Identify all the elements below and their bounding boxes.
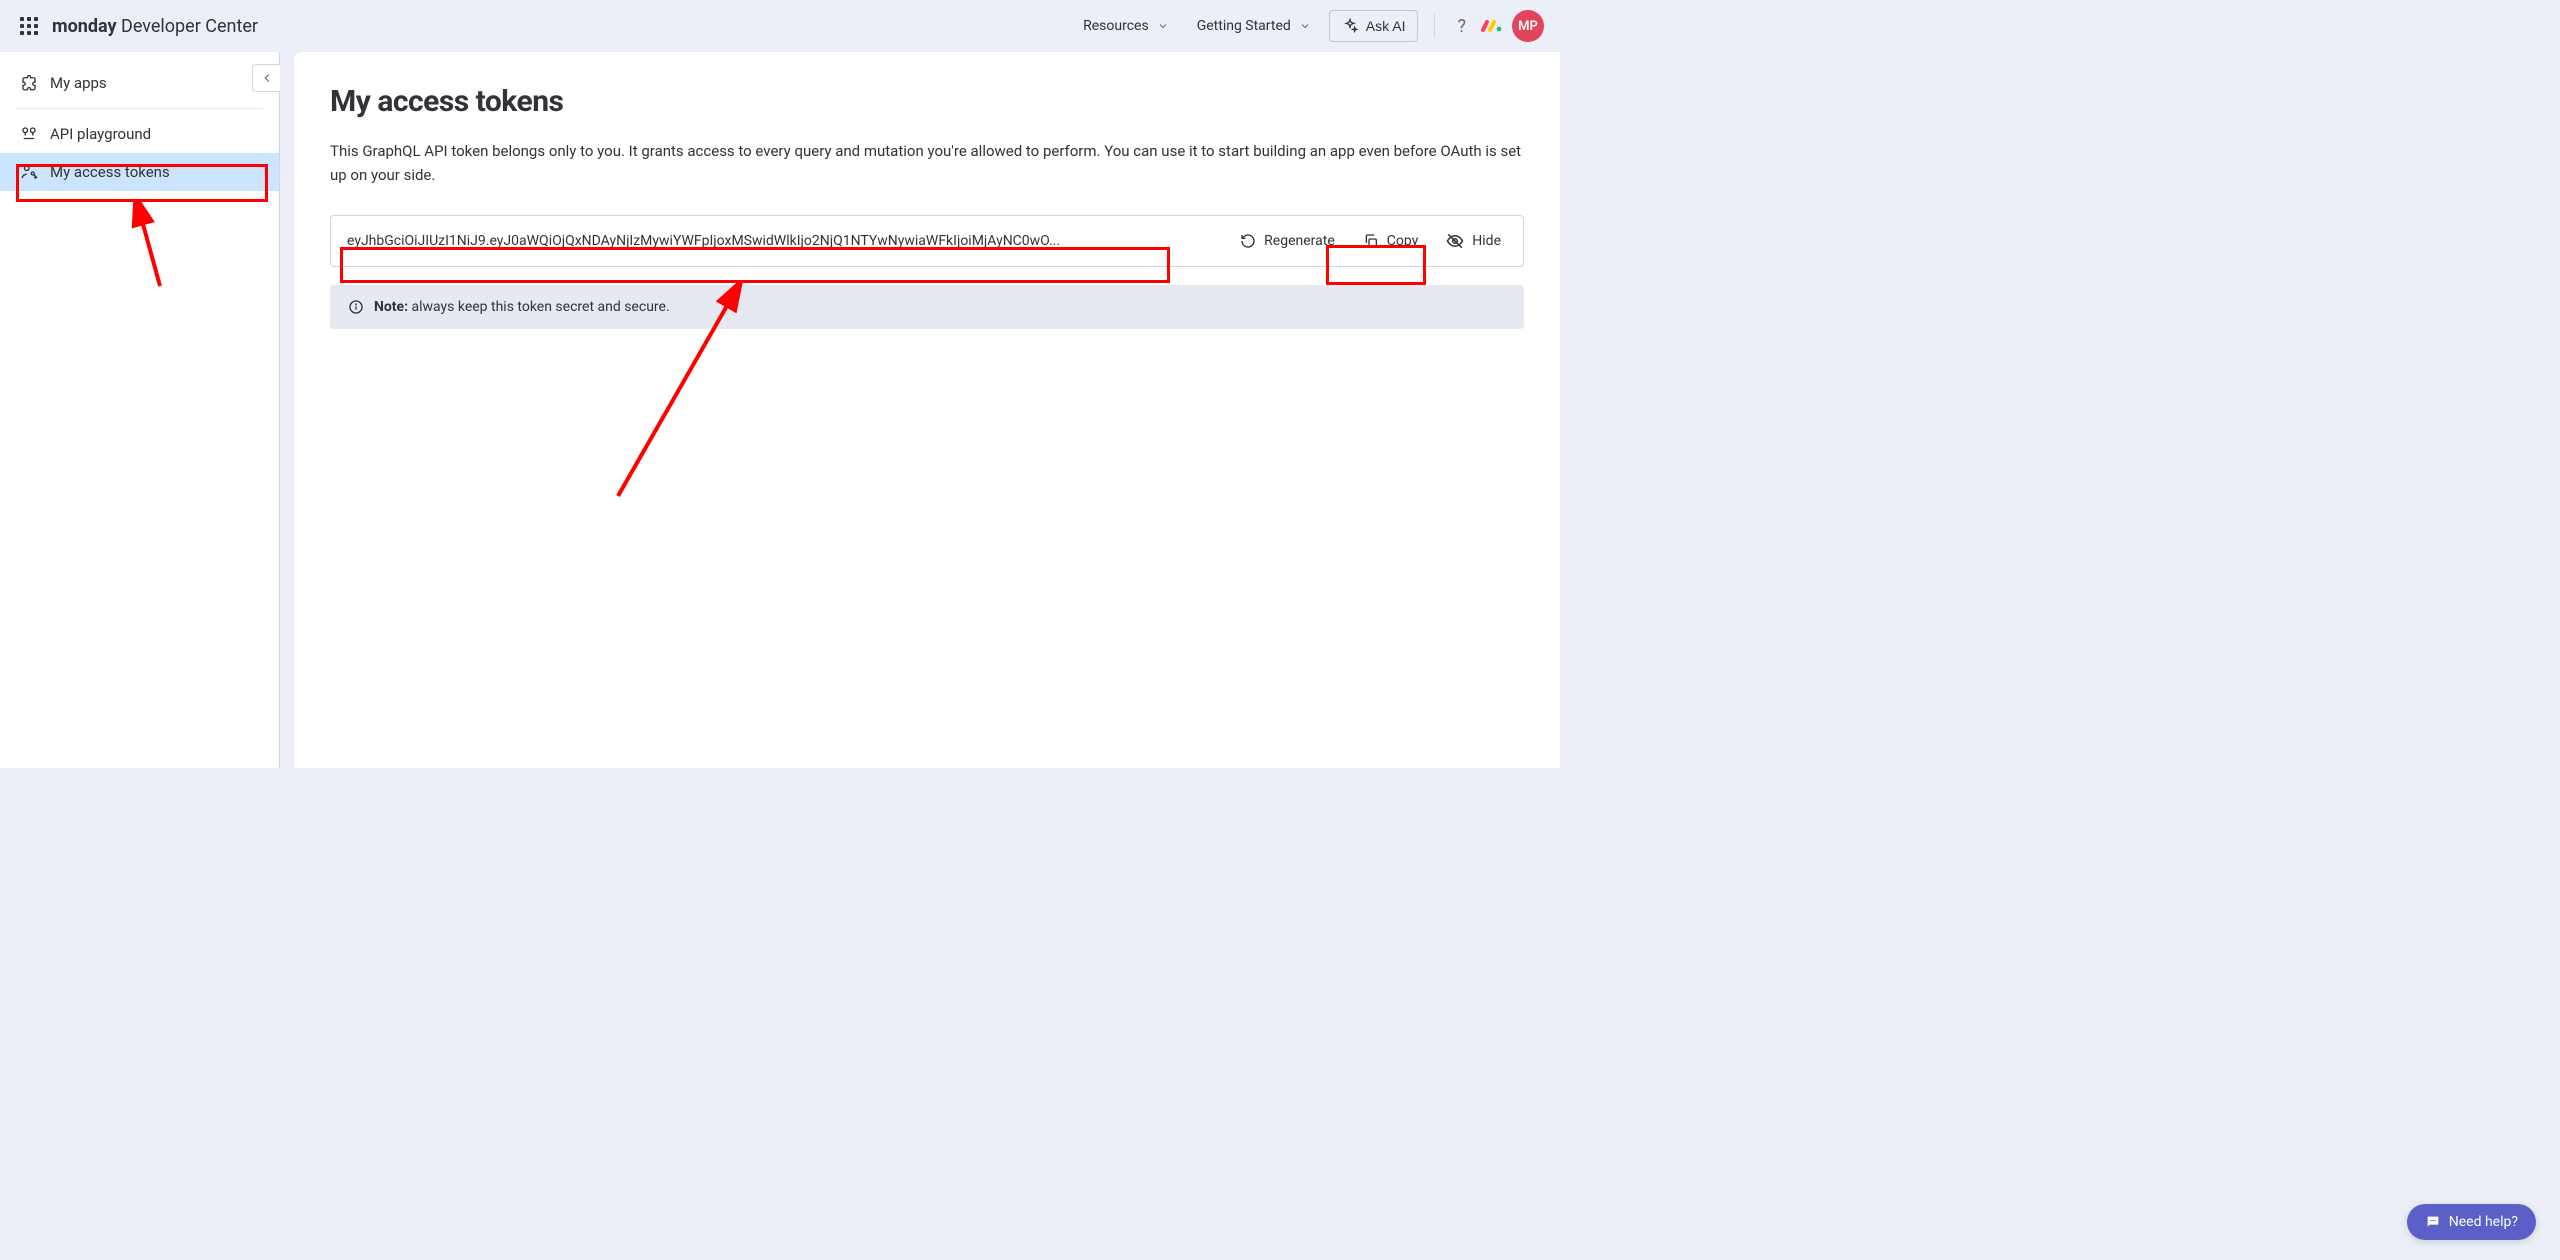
chevron-down-icon [1157,20,1169,32]
need-help-label: Need help? [2449,1214,2518,1230]
chevron-down-icon [1299,20,1311,32]
help-button[interactable]: ? [1451,16,1472,37]
topbar: monday Developer Center Resources Gettin… [0,0,1560,52]
note-body: always keep this token secret and secure… [408,299,670,315]
token-row: eyJhbGciOiJIUzI1NiJ9.eyJ0aWQiOjQxNDAyNjI… [330,215,1524,267]
layout: My apps API playground My access [0,52,1560,768]
avatar[interactable]: MP [1512,10,1544,42]
sidebar-item-access-tokens[interactable]: My access tokens [0,153,279,191]
person-key-icon [20,163,38,181]
sparkle-icon [1342,18,1358,34]
copy-label: Copy [1387,233,1419,249]
collapse-sidebar-button[interactable] [252,64,280,92]
info-icon [348,299,364,315]
brand-bold: monday [52,16,117,37]
separator [1434,14,1435,38]
sidebar-item-api-playground[interactable]: API playground [0,115,279,153]
refresh-icon [1240,233,1256,249]
note-text: Note: always keep this token secret and … [374,299,670,315]
apps-switcher-icon[interactable] [20,17,38,35]
sidebar-divider [16,108,263,109]
hide-button[interactable]: Hide [1440,228,1507,254]
page-description: This GraphQL API token belongs only to y… [330,139,1524,187]
topbar-right: Resources Getting Started Ask AI ? MP [1073,10,1544,42]
getting-started-menu[interactable]: Getting Started [1187,12,1321,40]
hide-label: Hide [1472,233,1501,249]
sidebar-item-label: My apps [50,74,107,92]
page-title: My access tokens [330,84,1524,119]
chevron-left-icon [260,71,274,85]
sidebar: My apps API playground My access [0,52,280,768]
playground-icon [20,125,38,143]
regenerate-label: Regenerate [1264,233,1335,249]
need-help-fab[interactable]: Need help? [2407,1204,2536,1240]
chat-icon [2425,1214,2441,1230]
sidebar-item-label: API playground [50,125,151,143]
note-prefix: Note: [374,299,408,315]
monday-logo-icon[interactable] [1480,14,1504,38]
product-title: monday Developer Center [52,16,258,37]
token-value[interactable]: eyJhbGciOiJIUzI1NiJ9.eyJ0aWQiOjQxNDAyNjI… [347,233,1218,249]
brand-rest: Developer Center [117,16,258,37]
regenerate-button[interactable]: Regenerate [1234,229,1341,253]
copy-button[interactable]: Copy [1357,229,1425,253]
sidebar-item-my-apps[interactable]: My apps [0,64,279,102]
resources-label: Resources [1083,18,1149,34]
copy-icon [1363,233,1379,249]
ask-ai-button[interactable]: Ask AI [1329,10,1419,42]
main-panel: My access tokens This GraphQL API token … [294,52,1560,768]
getting-started-label: Getting Started [1197,18,1291,34]
note-bar: Note: always keep this token secret and … [330,285,1524,329]
resources-menu[interactable]: Resources [1073,12,1179,40]
ask-ai-label: Ask AI [1366,18,1406,34]
topbar-left: monday Developer Center [20,16,258,37]
puzzle-icon [20,74,38,92]
eye-off-icon [1446,232,1464,250]
sidebar-item-label: My access tokens [50,163,170,181]
